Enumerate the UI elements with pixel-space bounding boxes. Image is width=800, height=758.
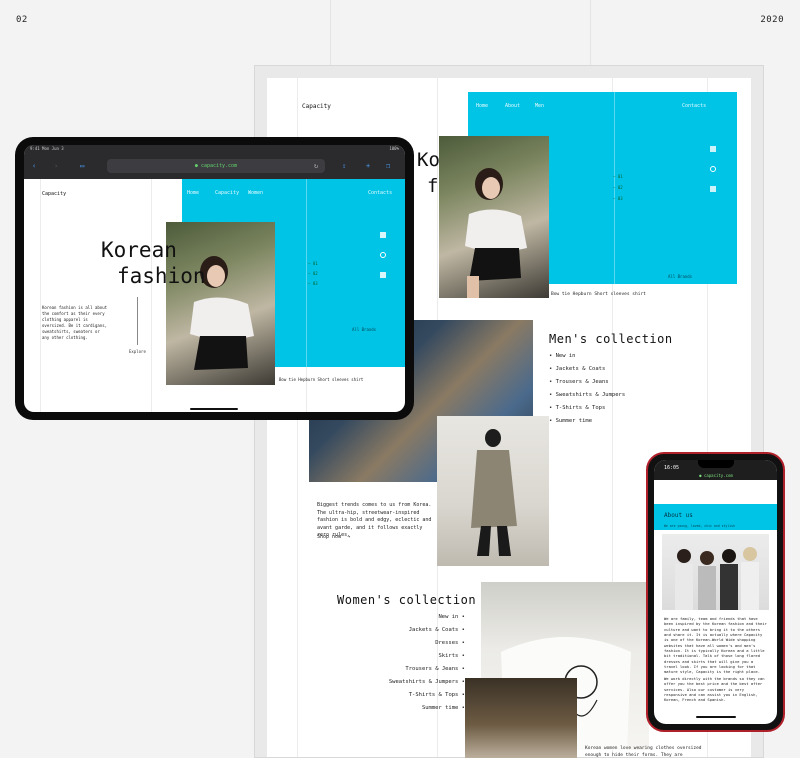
reload-icon[interactable]: ↻: [314, 162, 318, 170]
about-banner: About us We are young, loved, chic and s…: [654, 504, 777, 530]
facebook-icon[interactable]: [710, 146, 716, 152]
mens-item[interactable]: • T-Shirts & Tops: [549, 405, 625, 411]
about-body: We are family, team and friends that hav…: [664, 616, 767, 675]
nav-men[interactable]: Men: [535, 103, 544, 109]
product-caption[interactable]: Bow tie Hepburn Short sleeves shirt: [551, 292, 646, 299]
about-body-2: We work directly with the brands so they…: [664, 676, 765, 703]
team-photo: [662, 534, 769, 610]
all-brands-link[interactable]: All Brands: [352, 327, 376, 332]
nav-contacts[interactable]: Contacts: [682, 103, 706, 109]
new-tab-icon[interactable]: +: [366, 162, 370, 170]
womens-item[interactable]: New in •: [377, 614, 466, 620]
tabs-icon[interactable]: ❐: [386, 162, 390, 170]
nav-women[interactable]: Women: [248, 190, 263, 196]
twitter-icon[interactable]: [710, 186, 716, 192]
mockup-stage: 02 2020 Capacity Home About Men Contacts…: [0, 0, 800, 758]
phone-mockup: 16:05 ● capacity.com About us We are you…: [646, 452, 785, 732]
womens-item[interactable]: Dresses •: [377, 640, 465, 646]
phone-screen: 16:05 ● capacity.com About us We are you…: [654, 460, 777, 724]
mens-item[interactable]: • New in: [549, 353, 625, 359]
womens-item[interactable]: Trousers & Jeans •: [377, 666, 465, 672]
status-bar: 9:41 Mon Jun 3 100%: [24, 145, 405, 153]
address-bar[interactable]: ● capacity.com: [107, 159, 325, 173]
phone-status-bar: 16:05 ● capacity.com: [654, 460, 777, 480]
tablet-mockup: 9:41 Mon Jun 3 100% ‹ › ▭ AA ● capacity.…: [15, 137, 414, 420]
womens-item[interactable]: Skirts •: [377, 653, 466, 659]
nav-about[interactable]: About: [505, 103, 520, 109]
forward-icon[interactable]: ›: [54, 162, 58, 170]
womens-item[interactable]: T-Shirts & Tops •: [377, 692, 465, 698]
product-caption[interactable]: Bow tie Hepburn Short sleeves shirt: [279, 377, 363, 383]
slide-indicators[interactable]: — 01— 02— 03: [613, 174, 623, 201]
twitter-icon[interactable]: [380, 272, 386, 278]
man-illustration: [471, 429, 517, 556]
page-number: 02: [16, 15, 28, 25]
bookmarks-icon[interactable]: ▭: [80, 162, 84, 170]
model-illustration: [465, 168, 527, 298]
hero-title-line2: fashion: [117, 264, 206, 288]
team-illustration: [675, 547, 759, 610]
nav-home[interactable]: Home: [476, 103, 488, 109]
slide-indicators[interactable]: — 01— 02— 03: [308, 261, 318, 286]
about-subline: We are young, loved, chic and stylish: [664, 524, 736, 528]
mens-street-photo: [437, 416, 549, 566]
womens-title: Women's collection: [337, 593, 477, 607]
back-icon[interactable]: ‹: [32, 162, 36, 170]
tablet-screen: 9:41 Mon Jun 3 100% ‹ › ▭ AA ● capacity.…: [24, 145, 405, 412]
mens-item[interactable]: • Sweatshirts & Jumpers: [549, 392, 625, 398]
instagram-icon[interactable]: [380, 252, 386, 258]
nav-capacity[interactable]: Capacity: [215, 190, 239, 196]
all-brands-link[interactable]: All Brands: [668, 274, 692, 279]
womens-item[interactable]: Summer time •: [377, 705, 465, 711]
tablet-site: Capacity Home Capacity Women Contacts — …: [24, 179, 405, 412]
explore-link[interactable]: Explore: [129, 349, 146, 354]
model-illustration: [190, 256, 254, 370]
instagram-icon[interactable]: [710, 166, 716, 172]
mens-item[interactable]: • Trousers & Jeans: [549, 379, 625, 385]
nav-home[interactable]: Home: [187, 190, 199, 196]
mens-item[interactable]: • Jackets & Coats: [549, 366, 625, 372]
hero-model-photo: [439, 136, 549, 298]
hero-model-photo: [166, 222, 275, 385]
home-indicator: [696, 716, 736, 718]
womens-item[interactable]: Jackets & Coats •: [377, 627, 465, 633]
mens-title: Men's collection: [549, 332, 673, 346]
hero-title-line1: Korean: [101, 238, 177, 262]
shop-now-link[interactable]: Shop now →: [317, 534, 350, 542]
womens-menu: New in • Jackets & Coats • Dresses • Ski…: [377, 614, 465, 718]
womens-caption: Korean women love wearing clothes oversi…: [585, 746, 702, 758]
womens-item[interactable]: Sweatshirts & Jumpers •: [377, 679, 465, 685]
about-heading: About us: [664, 512, 693, 519]
browser-toolbar: ‹ › ▭ AA ● capacity.com ↻ ⇪ + ❐: [24, 153, 405, 179]
womens-hat-photo: [465, 678, 577, 758]
share-icon[interactable]: ⇪: [342, 162, 346, 170]
home-indicator: [190, 408, 238, 410]
nav-contacts[interactable]: Contacts: [368, 190, 392, 196]
logo[interactable]: Capacity: [302, 103, 331, 110]
facebook-icon[interactable]: [380, 232, 386, 238]
notch: [698, 460, 734, 468]
address-bar[interactable]: ● capacity.com: [674, 473, 758, 479]
intro-text: Korean fashion is all about the comfort …: [42, 305, 108, 340]
mens-menu: • New in • Jackets & Coats • Trousers & …: [549, 353, 625, 431]
logo[interactable]: Capacity: [42, 191, 66, 197]
mens-item[interactable]: • Summer time: [549, 418, 625, 424]
year-label: 2020: [760, 15, 784, 25]
